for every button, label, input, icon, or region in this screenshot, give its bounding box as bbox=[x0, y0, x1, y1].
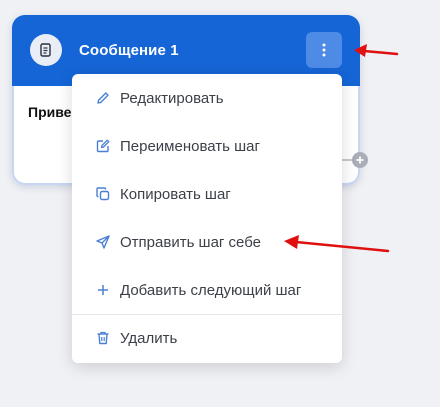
menu-item-add-next-step[interactable]: Добавить следующий шаг bbox=[72, 270, 342, 310]
kebab-icon bbox=[322, 43, 326, 57]
annotation-arrow-icon bbox=[354, 44, 399, 57]
menu-item-rename[interactable]: Переименовать шаг bbox=[72, 126, 342, 166]
menu-item-copy[interactable]: Копировать шаг bbox=[72, 174, 342, 214]
plus-icon bbox=[356, 156, 364, 164]
add-step-handle[interactable] bbox=[352, 152, 368, 168]
copy-icon bbox=[95, 186, 111, 202]
menu-divider bbox=[72, 314, 342, 315]
edit-square-icon bbox=[95, 138, 111, 154]
menu-item-label: Копировать шаг bbox=[120, 185, 231, 203]
menu-item-delete[interactable]: Удалить bbox=[72, 318, 342, 358]
menu-item-edit[interactable]: Редактировать bbox=[72, 78, 342, 118]
more-options-button[interactable] bbox=[306, 32, 342, 68]
step-context-menu: Редактировать Переименовать шаг Копирова… bbox=[72, 74, 342, 363]
menu-item-label: Удалить bbox=[120, 329, 178, 347]
annotation-arrow-icon bbox=[284, 235, 390, 253]
plus-icon bbox=[95, 282, 111, 298]
menu-item-label: Добавить следующий шаг bbox=[120, 281, 302, 299]
card-title: Сообщение 1 bbox=[79, 42, 179, 59]
pencil-icon bbox=[95, 90, 111, 106]
menu-item-label: Отправить шаг себе bbox=[120, 233, 261, 251]
send-icon bbox=[95, 234, 111, 250]
message-type-icon bbox=[30, 34, 62, 66]
menu-item-label: Переименовать шаг bbox=[120, 137, 260, 155]
menu-item-label: Редактировать bbox=[120, 89, 224, 107]
trash-icon bbox=[95, 330, 111, 346]
